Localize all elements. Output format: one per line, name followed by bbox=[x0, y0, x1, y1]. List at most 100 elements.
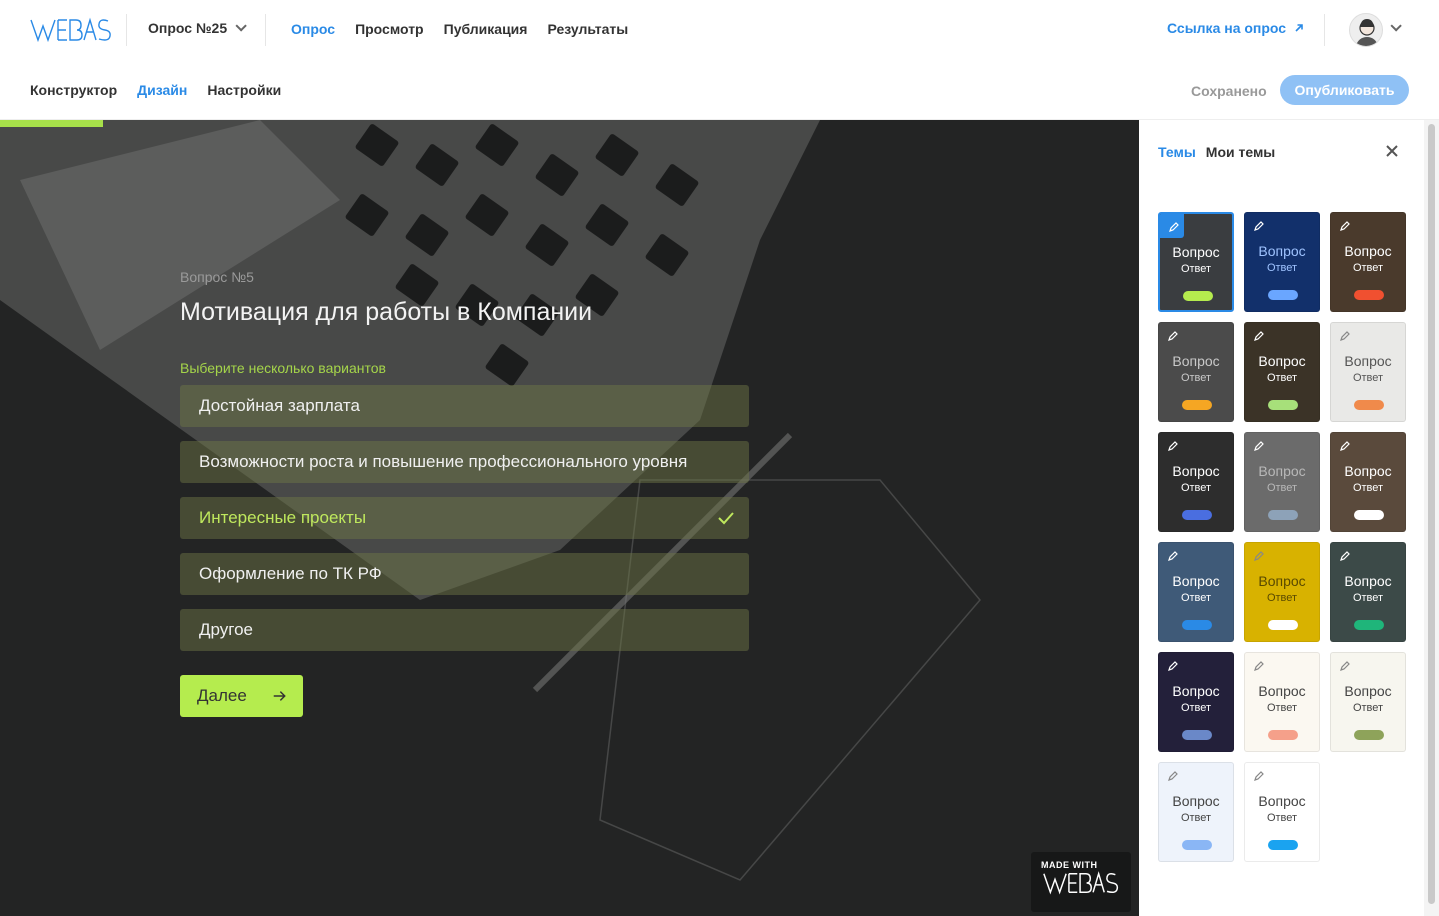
theme-card[interactable]: Вопрос Ответ bbox=[1330, 432, 1406, 532]
theme-card[interactable]: Вопрос Ответ bbox=[1158, 212, 1234, 312]
pencil-icon[interactable] bbox=[1168, 771, 1178, 781]
answer-label: Достойная зарплата bbox=[199, 396, 360, 415]
divider bbox=[126, 14, 127, 46]
theme-card[interactable]: Вопрос Ответ bbox=[1244, 212, 1320, 312]
answer-option[interactable]: Интересные проекты bbox=[180, 497, 749, 539]
theme-card[interactable]: Вопрос Ответ bbox=[1158, 322, 1234, 422]
scroll-thumb[interactable] bbox=[1428, 124, 1435, 904]
answer-option[interactable]: Возможности роста и повышение профессион… bbox=[180, 441, 749, 483]
tab-design[interactable]: Дизайн bbox=[137, 82, 187, 98]
chevron-down-icon[interactable] bbox=[1390, 20, 1402, 32]
theme-answer-text: Ответ bbox=[1180, 812, 1212, 824]
nav-survey[interactable]: Опрос bbox=[291, 21, 335, 37]
pencil-icon[interactable] bbox=[1168, 331, 1178, 341]
pencil-icon[interactable] bbox=[1168, 551, 1178, 561]
pencil-icon[interactable] bbox=[1340, 551, 1350, 561]
theme-button-swatch bbox=[1354, 290, 1384, 300]
pencil-icon[interactable] bbox=[1340, 221, 1350, 231]
theme-card[interactable]: Вопрос Ответ bbox=[1244, 652, 1320, 752]
nav-results[interactable]: Результаты bbox=[547, 21, 628, 37]
theme-button-swatch bbox=[1182, 400, 1212, 410]
next-button[interactable]: Далее bbox=[180, 675, 303, 717]
pencil-icon[interactable] bbox=[1169, 222, 1179, 232]
made-with-badge[interactable]: MADE WITH bbox=[1031, 852, 1131, 912]
checkmark-icon bbox=[718, 512, 734, 525]
pencil-icon[interactable] bbox=[1340, 441, 1350, 451]
theme-answer-text: Ответ bbox=[1180, 702, 1212, 714]
webask-logo bbox=[1043, 871, 1119, 895]
theme-question-text: Вопрос bbox=[1258, 243, 1306, 259]
answer-label: Интересные проекты bbox=[199, 508, 367, 527]
nav-preview[interactable]: Просмотр bbox=[355, 21, 424, 37]
pencil-icon[interactable] bbox=[1254, 331, 1264, 341]
pencil-icon[interactable] bbox=[1168, 661, 1178, 671]
theme-button-swatch bbox=[1268, 400, 1298, 410]
publish-button[interactable]: Опубликовать bbox=[1280, 75, 1409, 105]
pencil-icon[interactable] bbox=[1254, 661, 1264, 671]
tab-my-themes[interactable]: Мои темы bbox=[1206, 144, 1275, 160]
theme-button-swatch bbox=[1182, 840, 1212, 850]
theme-answer-text: Ответ bbox=[1352, 482, 1384, 494]
pencil-icon[interactable] bbox=[1340, 331, 1350, 341]
survey-selector[interactable]: Опрос №25 bbox=[148, 20, 247, 36]
theme-button-swatch bbox=[1268, 730, 1298, 740]
divider bbox=[1324, 14, 1325, 46]
theme-answer-text: Ответ bbox=[1266, 702, 1298, 714]
theme-answer-text: Ответ bbox=[1266, 262, 1298, 274]
theme-card[interactable]: Вопрос Ответ bbox=[1330, 652, 1406, 752]
themes-panel: Темы Мои темы Вопрос Ответ Вопрос Ответ Вопр… bbox=[1139, 120, 1439, 916]
theme-question-text: Вопрос bbox=[1258, 463, 1306, 479]
theme-button-swatch bbox=[1354, 730, 1384, 740]
made-with-text: MADE WITH bbox=[1041, 860, 1098, 870]
pencil-icon[interactable] bbox=[1340, 661, 1350, 671]
theme-button-swatch bbox=[1183, 291, 1213, 301]
pencil-icon[interactable] bbox=[1254, 771, 1264, 781]
pencil-icon[interactable] bbox=[1168, 441, 1178, 451]
arrow-right-icon bbox=[273, 691, 286, 701]
answer-option[interactable]: Другое bbox=[180, 609, 749, 651]
theme-card[interactable]: Вопрос Ответ bbox=[1244, 762, 1320, 862]
tab-themes[interactable]: Темы bbox=[1158, 144, 1196, 160]
theme-card[interactable]: Вопрос Ответ bbox=[1244, 322, 1320, 422]
main-nav: Опрос Просмотр Публикация Результаты bbox=[291, 21, 628, 37]
theme-card[interactable]: Вопрос Ответ bbox=[1158, 542, 1234, 642]
progress-bar bbox=[0, 120, 103, 127]
sub-bar: Конструктор Дизайн Настройки Сохранено О… bbox=[0, 60, 1439, 120]
question-number: Вопрос №5 bbox=[180, 269, 254, 285]
pencil-icon[interactable] bbox=[1254, 551, 1264, 561]
tab-constructor[interactable]: Конструктор bbox=[30, 82, 117, 98]
theme-card[interactable]: Вопрос Ответ bbox=[1158, 432, 1234, 532]
pencil-icon[interactable] bbox=[1254, 221, 1264, 231]
scrollbar[interactable] bbox=[1424, 120, 1439, 916]
survey-link[interactable]: Ссылка на опрос bbox=[1167, 20, 1304, 36]
theme-answer-text: Ответ bbox=[1352, 372, 1384, 384]
theme-question-text: Вопрос bbox=[1172, 793, 1220, 809]
avatar[interactable] bbox=[1349, 13, 1383, 47]
theme-question-text: Вопрос bbox=[1258, 793, 1306, 809]
theme-card[interactable]: Вопрос Ответ bbox=[1330, 542, 1406, 642]
external-link-icon bbox=[1295, 24, 1303, 32]
theme-card[interactable]: Вопрос Ответ bbox=[1330, 322, 1406, 422]
nav-publication[interactable]: Публикация bbox=[444, 21, 528, 37]
theme-answer-text: Ответ bbox=[1352, 592, 1384, 604]
theme-answer-text: Ответ bbox=[1266, 482, 1298, 494]
theme-card[interactable]: Вопрос Ответ bbox=[1244, 432, 1320, 532]
theme-button-swatch bbox=[1354, 620, 1384, 630]
webask-logo[interactable] bbox=[30, 16, 112, 44]
theme-card[interactable]: Вопрос Ответ bbox=[1158, 652, 1234, 752]
theme-button-swatch bbox=[1268, 840, 1298, 850]
tab-settings[interactable]: Настройки bbox=[207, 82, 281, 98]
theme-question-text: Вопрос bbox=[1172, 463, 1220, 479]
theme-card[interactable]: Вопрос Ответ bbox=[1244, 542, 1320, 642]
answer-label: Возможности роста и повышение профессион… bbox=[199, 452, 688, 471]
answer-option[interactable]: Оформление по ТК РФ bbox=[180, 553, 749, 595]
theme-button-swatch bbox=[1182, 730, 1212, 740]
theme-card[interactable]: Вопрос Ответ bbox=[1158, 762, 1234, 862]
survey-name: Опрос №25 bbox=[148, 20, 228, 36]
close-icon[interactable] bbox=[1385, 144, 1399, 158]
pencil-icon[interactable] bbox=[1254, 441, 1264, 451]
answer-option[interactable]: Достойная зарплата bbox=[180, 385, 749, 427]
panel-tabs: Темы Мои темы bbox=[1158, 144, 1275, 160]
theme-card[interactable]: Вопрос Ответ bbox=[1330, 212, 1406, 312]
theme-question-text: Вопрос bbox=[1344, 243, 1392, 259]
